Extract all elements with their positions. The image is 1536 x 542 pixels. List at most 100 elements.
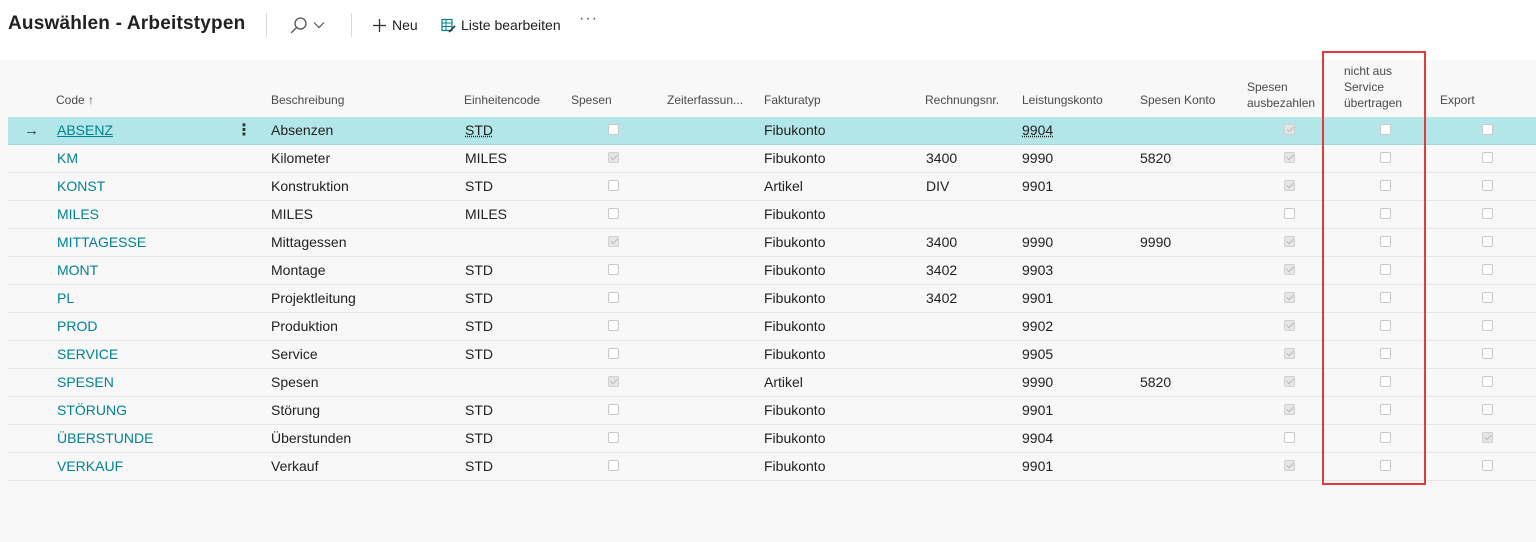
- column-header-leistungskonto[interactable]: Leistungskonto: [1022, 92, 1103, 108]
- export-checkbox[interactable]: [1482, 124, 1493, 135]
- table-row[interactable]: → ⋮ ABSENZ Absenzen STD Fibukonto 9904: [8, 117, 1536, 145]
- code-link[interactable]: PL: [57, 285, 74, 312]
- search-button[interactable]: [286, 12, 332, 40]
- export-checkbox[interactable]: [1482, 404, 1493, 415]
- export-checkbox[interactable]: [1482, 460, 1493, 471]
- code-link[interactable]: SERVICE: [57, 341, 118, 368]
- table-row[interactable]: MONT Montage STD Fibukonto 3402 9903: [8, 257, 1536, 285]
- export-checkbox[interactable]: [1482, 432, 1493, 443]
- table-row[interactable]: SERVICE Service STD Fibukonto 9905: [8, 341, 1536, 369]
- spesen-ausbezahlen-checkbox[interactable]: [1284, 292, 1295, 303]
- fakturatyp-cell: Fibukonto: [764, 430, 826, 446]
- code-link[interactable]: MONT: [57, 257, 98, 284]
- nicht-aus-service-uebertragen-checkbox[interactable]: [1380, 404, 1391, 415]
- spesen-checkbox[interactable]: [608, 376, 619, 387]
- code-link[interactable]: ABSENZ: [57, 117, 113, 144]
- row-actions-menu-icon[interactable]: ⋮: [236, 117, 252, 144]
- column-header-nicht-aus-service-uebertragen[interactable]: nicht aus Service übertragen: [1344, 63, 1402, 111]
- table-row[interactable]: PROD Produktion STD Fibukonto 9902: [8, 313, 1536, 341]
- column-header-spesen-konto[interactable]: Spesen Konto: [1140, 92, 1215, 108]
- spesen-ausbezahlen-checkbox[interactable]: [1284, 264, 1295, 275]
- export-checkbox[interactable]: [1482, 236, 1493, 247]
- spesen-ausbezahlen-checkbox[interactable]: [1284, 376, 1295, 387]
- export-checkbox[interactable]: [1482, 180, 1493, 191]
- column-header-einheitencode[interactable]: Einheitencode: [464, 92, 540, 108]
- spesen-checkbox[interactable]: [608, 320, 619, 331]
- nicht-aus-service-uebertragen-checkbox[interactable]: [1380, 432, 1391, 443]
- export-checkbox[interactable]: [1482, 152, 1493, 163]
- spesen-ausbezahlen-checkbox[interactable]: [1284, 124, 1295, 135]
- spesen-checkbox[interactable]: [608, 432, 619, 443]
- table-row[interactable]: ÜBERSTUNDE Überstunden STD Fibukonto 9904: [8, 425, 1536, 453]
- spesen-ausbezahlen-checkbox[interactable]: [1284, 320, 1295, 331]
- code-link[interactable]: PROD: [57, 313, 97, 340]
- spesen-ausbezahlen-checkbox[interactable]: [1284, 432, 1295, 443]
- spesen-checkbox[interactable]: [608, 152, 619, 163]
- export-checkbox[interactable]: [1482, 348, 1493, 359]
- table-row[interactable]: MITTAGESSE Mittagessen Fibukonto 3400 9990 99…: [8, 229, 1536, 257]
- code-link[interactable]: KONST: [57, 173, 105, 200]
- new-button[interactable]: Neu: [372, 14, 418, 36]
- spesen-checkbox[interactable]: [608, 236, 619, 247]
- spesen-checkbox[interactable]: [608, 460, 619, 471]
- export-checkbox[interactable]: [1482, 208, 1493, 219]
- edit-list-button[interactable]: Liste bearbeiten: [441, 14, 561, 36]
- column-header-rechnungsnr[interactable]: Rechnungsnr.: [925, 92, 999, 108]
- spesen-ausbezahlen-checkbox[interactable]: [1284, 348, 1295, 359]
- spesen-ausbezahlen-checkbox[interactable]: [1284, 460, 1295, 471]
- leistungskonto-cell: 9901: [1022, 458, 1054, 474]
- nicht-aus-service-uebertragen-checkbox[interactable]: [1380, 292, 1391, 303]
- nicht-aus-service-uebertragen-checkbox[interactable]: [1380, 180, 1391, 191]
- spesen-checkbox[interactable]: [608, 404, 619, 415]
- nicht-aus-service-uebertragen-checkbox[interactable]: [1380, 376, 1391, 387]
- column-header-spesen-ausbezahlen[interactable]: Spesen ausbezahlen: [1247, 79, 1315, 111]
- table-row[interactable]: STÖRUNG Störung STD Fibukonto 9901: [8, 397, 1536, 425]
- column-header-code[interactable]: Code ↑: [56, 92, 94, 108]
- nicht-aus-service-uebertragen-checkbox[interactable]: [1380, 320, 1391, 331]
- table-row[interactable]: VERKAUF Verkauf STD Fibukonto 9901: [8, 453, 1536, 481]
- nicht-aus-service-uebertragen-checkbox[interactable]: [1380, 264, 1391, 275]
- spesen-checkbox[interactable]: [608, 208, 619, 219]
- spesen-ausbezahlen-checkbox[interactable]: [1284, 404, 1295, 415]
- table-row[interactable]: MILES MILES MILES Fibukonto: [8, 201, 1536, 229]
- code-link[interactable]: MITTAGESSE: [57, 229, 146, 256]
- code-link[interactable]: MILES: [57, 201, 99, 228]
- spesen-ausbezahlen-checkbox[interactable]: [1284, 208, 1295, 219]
- code-link[interactable]: VERKAUF: [57, 453, 123, 480]
- code-link[interactable]: KM: [57, 145, 78, 172]
- column-header-beschreibung[interactable]: Beschreibung: [271, 92, 344, 108]
- nicht-aus-service-uebertragen-checkbox[interactable]: [1380, 152, 1391, 163]
- nicht-aus-service-uebertragen-checkbox[interactable]: [1380, 124, 1391, 135]
- column-header-export[interactable]: Export: [1440, 92, 1475, 108]
- column-header-fakturatyp[interactable]: Fakturatyp: [764, 92, 821, 108]
- code-link[interactable]: SPESEN: [57, 369, 114, 396]
- spesen-checkbox[interactable]: [608, 292, 619, 303]
- table-row[interactable]: KM Kilometer MILES Fibukonto 3400 9990 5820: [8, 145, 1536, 173]
- spesen-ausbezahlen-checkbox[interactable]: [1284, 152, 1295, 163]
- spesen-ausbezahlen-checkbox[interactable]: [1284, 180, 1295, 191]
- spesen-checkbox[interactable]: [608, 264, 619, 275]
- export-checkbox[interactable]: [1482, 320, 1493, 331]
- more-options-button[interactable]: ···: [579, 10, 598, 28]
- export-checkbox[interactable]: [1482, 264, 1493, 275]
- fakturatyp-cell: Artikel: [764, 178, 803, 194]
- table-row[interactable]: SPESEN Spesen Artikel 9990 5820: [8, 369, 1536, 397]
- column-header-zeiterfassung[interactable]: Zeiterfassun...: [667, 92, 743, 108]
- table-row[interactable]: PL Projektleitung STD Fibukonto 3402 9901: [8, 285, 1536, 313]
- table-row[interactable]: KONST Konstruktion STD Artikel DIV 9901: [8, 173, 1536, 201]
- code-link[interactable]: ÜBERSTUNDE: [57, 425, 153, 452]
- export-checkbox[interactable]: [1482, 292, 1493, 303]
- nicht-aus-service-uebertragen-checkbox[interactable]: [1380, 208, 1391, 219]
- fakturatyp-cell: Fibukonto: [764, 346, 826, 362]
- spesen-checkbox[interactable]: [608, 180, 619, 191]
- nicht-aus-service-uebertragen-checkbox[interactable]: [1380, 236, 1391, 247]
- spesen-checkbox[interactable]: [608, 124, 619, 135]
- export-checkbox[interactable]: [1482, 376, 1493, 387]
- spesen-ausbezahlen-checkbox[interactable]: [1284, 236, 1295, 247]
- column-header-spesen[interactable]: Spesen: [571, 92, 612, 108]
- code-link[interactable]: STÖRUNG: [57, 397, 127, 424]
- einheitencode-cell: STD: [465, 458, 493, 474]
- nicht-aus-service-uebertragen-checkbox[interactable]: [1380, 460, 1391, 471]
- nicht-aus-service-uebertragen-checkbox[interactable]: [1380, 348, 1391, 359]
- spesen-checkbox[interactable]: [608, 348, 619, 359]
